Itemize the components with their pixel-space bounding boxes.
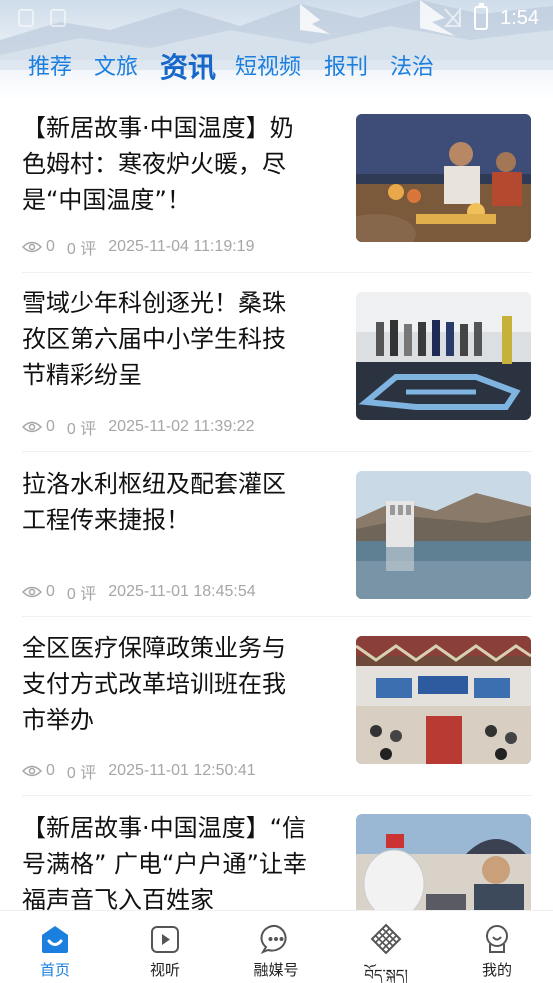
news-meta: 0 0 评 2025-11-01 18:45:54 <box>22 580 256 604</box>
news-thumbnail <box>356 292 531 420</box>
news-meta: 0 0 评 2025-11-02 11:39:22 <box>22 415 254 439</box>
tab-culture-travel[interactable]: 文旅 <box>94 48 138 88</box>
news-feed: 【新居故事·中国温度】奶 色姆村：寒夜炉火暖，尽 是“中国温度”！ 0 0 评 … <box>0 100 553 910</box>
view-count: 0 <box>46 418 55 435</box>
news-item[interactable]: 雪域少年科创逐光！桑珠 孜区第六届中小学生科技 节精彩纷呈 0 0 评 2025… <box>0 273 553 451</box>
news-thumbnail <box>356 471 531 599</box>
news-title: 【新居故事·中国温度】“信 号满格” 广电“户户通”让幸 福声音飞入百姓家 <box>22 814 307 910</box>
comment-count: 0 评 <box>66 241 97 258</box>
bottom-nav: 首页 视听 融媒号 བོད་སྐད། 我的 <box>0 910 553 983</box>
tab-news[interactable]: 资讯 <box>160 48 216 88</box>
nav-tibetan-label: བོད་སྐད། <box>364 966 408 983</box>
no-signal-icon <box>444 8 462 28</box>
tab-short-video[interactable]: 短视频 <box>235 48 301 88</box>
nav-video-label: 视听 <box>149 961 180 979</box>
publish-time: 2025-11-01 12:50:41 <box>108 762 256 779</box>
publish-time: 2025-11-02 11:39:22 <box>108 418 255 435</box>
nav-video[interactable]: 视听 <box>110 911 220 983</box>
views-eye-icon <box>22 421 42 433</box>
view-count: 0 <box>46 583 55 600</box>
news-title: 【新居故事·中国温度】奶 色姆村：寒夜炉火暖，尽 是“中国温度”！ <box>22 114 294 214</box>
news-thumbnail <box>356 814 531 910</box>
news-title: 全区医疗保障政策业务与 支付方式改革培训班在我 市举办 <box>22 634 286 734</box>
news-item[interactable]: 【新居故事·中国温度】奶 色姆村：寒夜炉火暖，尽 是“中国温度”！ 0 0 评 … <box>0 100 553 272</box>
tab-recommend[interactable]: 推荐 <box>28 48 72 88</box>
views-eye-icon <box>22 241 42 253</box>
comment-count: 0 评 <box>66 765 97 782</box>
news-title: 拉洛水利枢纽及配套灌区 工程传来捷报！ <box>22 470 286 534</box>
notification-icons <box>18 9 66 27</box>
views-eye-icon <box>22 586 42 598</box>
status-time: 1:54 <box>500 6 539 29</box>
news-thumbnail <box>356 636 531 764</box>
publish-time: 2025-11-01 18:45:54 <box>108 583 256 600</box>
header: 1:54 推荐 文旅 资讯 短视频 报刊 法治 <box>0 0 553 100</box>
news-item[interactable]: 全区医疗保障政策业务与 支付方式改革培训班在我 市举办 0 0 评 2025-1… <box>0 617 553 795</box>
nav-tibetan[interactable]: བོད་སྐད། <box>331 911 441 983</box>
news-title: 雪域少年科创逐光！桑珠 孜区第六届中小学生科技 节精彩纷呈 <box>22 289 286 389</box>
view-count: 0 <box>46 762 55 779</box>
endless-knot-icon <box>370 923 402 955</box>
battery-icon <box>474 3 489 30</box>
news-item[interactable]: 【新居故事·中国温度】“信 号满格” 广电“户户通”让幸 福声音飞入百姓家 <box>0 796 553 910</box>
comment-count: 0 评 <box>66 421 97 438</box>
tab-legal[interactable]: 法治 <box>390 48 434 88</box>
news-meta: 0 0 评 2025-11-01 12:50:41 <box>22 759 256 783</box>
nav-mine[interactable]: 我的 <box>442 911 552 983</box>
video-play-icon <box>151 926 179 953</box>
status-bar: 1:54 <box>0 0 553 40</box>
news-item[interactable]: 拉洛水利枢纽及配套灌区 工程传来捷报！ 0 0 评 2025-11-01 18:… <box>0 452 553 616</box>
comment-count: 0 评 <box>66 586 97 603</box>
app-screen: 1:54 推荐 文旅 资讯 短视频 报刊 法治 【新居故事·中国温度】奶 色姆村… <box>0 0 553 983</box>
profile-icon <box>486 925 508 953</box>
notification-icon <box>18 9 34 27</box>
publish-time: 2025-11-04 11:19:19 <box>108 238 255 255</box>
notification-icon <box>50 9 66 27</box>
nav-mine-label: 我的 <box>481 961 512 979</box>
nav-media-label: 融媒号 <box>253 961 299 979</box>
news-thumbnail <box>356 114 531 242</box>
view-count: 0 <box>46 238 55 255</box>
nav-home[interactable]: 首页 <box>0 911 110 983</box>
home-icon <box>42 926 68 953</box>
nav-media[interactable]: 融媒号 <box>221 911 331 983</box>
tab-newspaper[interactable]: 报刊 <box>324 48 368 88</box>
nav-home-label: 首页 <box>39 961 70 979</box>
views-eye-icon <box>22 765 42 777</box>
news-meta: 0 0 评 2025-11-04 11:19:19 <box>22 235 254 259</box>
chat-bubble-icon <box>260 924 287 955</box>
